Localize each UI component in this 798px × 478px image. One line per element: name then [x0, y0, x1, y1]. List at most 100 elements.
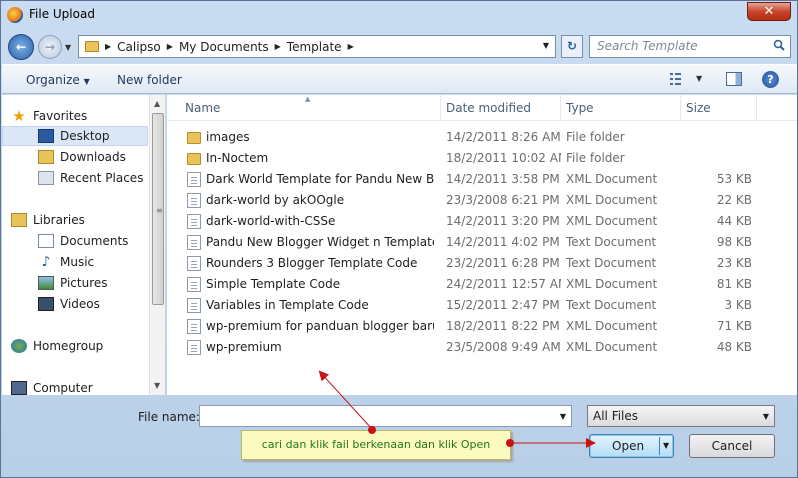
file-type-cell: XML Document — [566, 340, 658, 354]
file-type-cell: XML Document — [566, 319, 658, 333]
sidebar-item-label: Computer — [33, 381, 93, 395]
preview-pane-icon[interactable] — [726, 72, 742, 86]
address-bar[interactable]: ▶ Calipso ▶ My Documents ▶ Template ▶ ▼ — [78, 35, 556, 58]
column-divider[interactable] — [440, 95, 441, 121]
cancel-button[interactable]: Cancel — [689, 434, 775, 458]
breadcrumb-my-documents[interactable]: My Documents — [179, 40, 269, 54]
file-list: ▲ Name Date modified Type Size images 14/… — [167, 95, 797, 395]
file-size-cell: 23 KB — [716, 256, 752, 270]
sidebar-item-desktop[interactable]: Desktop — [2, 126, 148, 146]
sidebar-item-libraries[interactable]: Libraries — [2, 210, 148, 230]
open-options-chevron-icon[interactable]: ▼ — [663, 441, 669, 450]
folder-icon — [187, 153, 201, 165]
recent-pages-chevron-icon[interactable]: ▼ — [65, 43, 71, 52]
search-placeholder: Search Template — [597, 39, 698, 53]
table-row[interactable]: Pandu New Blogger Widget n Template ... 1… — [167, 232, 797, 253]
breadcrumb-template[interactable]: Template — [287, 40, 342, 54]
table-row[interactable]: In-Noctem 18/2/2011 10:02 AM File folder — [167, 148, 797, 169]
open-button-label: Open — [612, 439, 645, 453]
scroll-up-icon[interactable]: ▲ — [154, 99, 160, 108]
music-icon: ♪ — [41, 254, 51, 270]
sidebar-item-videos[interactable]: Videos — [2, 294, 148, 314]
column-header-type[interactable]: Type — [566, 101, 594, 115]
table-row[interactable]: Rounders 3 Blogger Template Code 23/2/201… — [167, 253, 797, 274]
text-document-icon — [187, 256, 201, 271]
date-modified-cell: 24/2/2011 12:57 AM — [446, 277, 561, 291]
sidebar-item-downloads[interactable]: Downloads — [2, 147, 148, 167]
column-header-name[interactable]: Name — [185, 101, 220, 115]
open-button[interactable]: Open ▼ — [589, 434, 674, 458]
column-divider[interactable] — [560, 95, 561, 121]
file-name-dropdown-icon[interactable]: ▼ — [560, 412, 566, 421]
file-name-cell: images — [206, 130, 250, 144]
sidebar-item-recent-places[interactable]: Recent Places — [2, 168, 148, 188]
file-type-cell: XML Document — [566, 214, 658, 228]
scrollbar-thumb[interactable]: ≡ — [152, 113, 164, 305]
recent-places-icon — [38, 171, 54, 185]
column-header-size[interactable]: Size — [686, 101, 711, 115]
column-header-date[interactable]: Date modified — [446, 101, 531, 115]
sidebar-item-homegroup[interactable]: Homegroup — [2, 336, 148, 356]
file-type-select[interactable]: All Files ▼ — [587, 405, 775, 427]
file-name-cell: Dark World Template for Pandu New Blo... — [206, 172, 434, 186]
file-type-dropdown-icon[interactable]: ▼ — [763, 407, 769, 427]
date-modified-cell: 14/2/2011 4:02 PM — [446, 235, 560, 249]
xml-document-icon — [187, 277, 201, 292]
date-modified-cell: 18/2/2011 8:22 PM — [446, 319, 560, 333]
column-divider[interactable] — [680, 95, 681, 121]
new-folder-button[interactable]: New folder — [117, 73, 182, 87]
sidebar-item-favorites[interactable]: ★ Favorites — [2, 106, 148, 126]
breadcrumb-calipso[interactable]: Calipso — [117, 40, 161, 54]
breadcrumb-separator-icon[interactable]: ▶ — [105, 42, 111, 51]
table-row[interactable]: dark-world-with-CSSe 14/2/2011 3:20 PM XML… — [167, 211, 797, 232]
file-name-input[interactable]: ▼ — [199, 405, 572, 427]
table-row[interactable]: Dark World Template for Pandu New Blo...… — [167, 169, 797, 190]
breadcrumb-separator-icon[interactable]: ▶ — [167, 42, 173, 51]
search-input[interactable]: Search Template — [589, 35, 791, 58]
file-type-cell: XML Document — [566, 172, 658, 186]
sort-ascending-icon: ▲ — [305, 95, 311, 103]
table-row[interactable]: Simple Template Code 24/2/2011 12:57 AM XM… — [167, 274, 797, 295]
file-size-cell: 81 KB — [716, 277, 752, 291]
file-upload-dialog: File Upload ✕ ← → ▼ ▶ Calipso ▶ My Docum… — [0, 0, 798, 478]
column-divider[interactable] — [756, 95, 757, 121]
table-row[interactable]: dark-world by akOOgle 23/3/2008 6:21 PM XM… — [167, 190, 797, 211]
file-size-cell: 48 KB — [716, 340, 752, 354]
sidebar-item-documents[interactable]: Documents — [2, 231, 148, 251]
sidebar-scrollbar[interactable]: ▲ ≡ ▼ — [149, 95, 165, 395]
address-dropdown-icon[interactable]: ▼ — [543, 41, 549, 50]
sidebar-item-label: Music — [60, 255, 95, 269]
search-icon[interactable] — [773, 39, 785, 51]
views-chevron-icon[interactable]: ▼ — [696, 74, 702, 83]
sidebar-item-label: Favorites — [33, 109, 88, 123]
sidebar-item-music[interactable]: ♪ Music — [2, 252, 148, 272]
file-name-cell: wp-premium — [206, 340, 282, 354]
scroll-down-icon[interactable]: ▼ — [154, 381, 160, 390]
breadcrumb-separator-icon[interactable]: ▶ — [275, 42, 281, 51]
back-button[interactable]: ← — [8, 34, 34, 60]
videos-icon — [38, 297, 54, 311]
sidebar-item-label: Downloads — [60, 150, 126, 164]
help-icon[interactable]: ? — [762, 71, 779, 88]
sidebar-item-label: Libraries — [33, 213, 85, 227]
date-modified-cell: 23/5/2008 9:49 AM — [446, 340, 561, 354]
downloads-icon — [38, 150, 54, 164]
close-button[interactable]: ✕ — [747, 2, 791, 21]
forward-button[interactable]: → — [38, 35, 62, 59]
table-row[interactable]: Variables in Template Code 15/2/2011 2:47… — [167, 295, 797, 316]
file-type-cell: File folder — [566, 151, 625, 165]
file-type-cell: File folder — [566, 130, 625, 144]
date-modified-cell: 23/3/2008 6:21 PM — [446, 193, 560, 207]
breadcrumb-separator-icon[interactable]: ▶ — [348, 42, 354, 51]
table-row[interactable]: wp-premium for panduan blogger baru 18/2/… — [167, 316, 797, 337]
refresh-button[interactable]: ↻ — [561, 35, 583, 58]
table-row[interactable]: images 14/2/2011 8:26 AM File folder — [167, 127, 797, 148]
sidebar-item-label: Documents — [60, 234, 129, 248]
sidebar-item-pictures[interactable]: Pictures — [2, 273, 148, 293]
xml-document-icon — [187, 172, 201, 187]
sidebar-item-computer[interactable]: Computer — [2, 378, 148, 398]
views-icon[interactable] — [670, 73, 686, 85]
table-row[interactable]: wp-premium 23/5/2008 9:49 AM XML Document 4… — [167, 337, 797, 358]
organize-button[interactable]: Organize ▼ — [26, 73, 90, 87]
file-name-cell: dark-world-with-CSSe — [206, 214, 336, 228]
